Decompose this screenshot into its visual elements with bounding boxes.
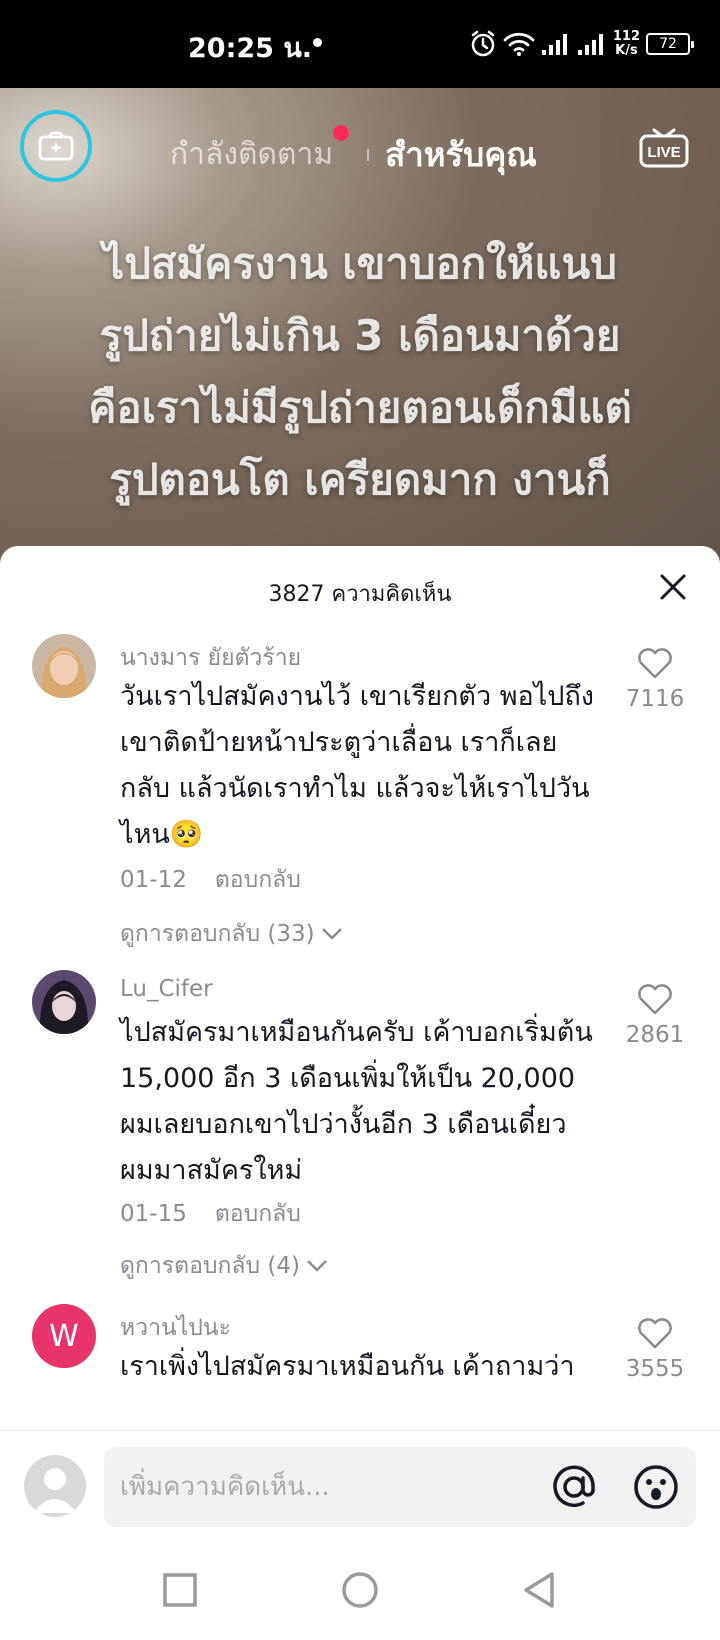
caption-line: คือเราไม่มีรูปถ่ายตอนเด็กมีแต่	[88, 383, 632, 432]
signal-icon-1	[541, 34, 567, 55]
network-speed: 112 K/s	[613, 30, 640, 58]
camera-icon	[38, 131, 74, 161]
home-icon[interactable]	[338, 1568, 382, 1612]
reply-button[interactable]: ตอบกลับ	[215, 1201, 301, 1227]
comment-username[interactable]: นางมาร ยัยตัวร้าย	[120, 640, 301, 676]
status-bar: 20:25 น. 112 K/s 72	[0, 0, 720, 88]
close-icon[interactable]	[658, 572, 688, 602]
avatar-image	[32, 634, 96, 698]
view-replies-button[interactable]: ดูการตอบกลับ (33)	[120, 916, 343, 952]
battery-icon: 72	[646, 33, 694, 55]
speed-value: 112	[612, 29, 640, 44]
comment-text: ไปสมัครมาเหมือนกันครับ เค้าบอกเริ่มต้น 1…	[120, 1017, 593, 1186]
avatar[interactable]	[32, 634, 96, 698]
tab-for-you[interactable]: สำหรับคุณ	[385, 128, 537, 181]
default-avatar-icon	[33, 1468, 77, 1513]
camera-button[interactable]	[20, 110, 92, 182]
heart-icon	[638, 648, 672, 679]
view-replies-label: ดูการตอบกลับ (4)	[120, 1253, 300, 1279]
alarm-icon	[471, 30, 495, 57]
heart-icon	[638, 984, 672, 1015]
live-icon[interactable]: LIVE	[638, 122, 690, 170]
svg-text:LIVE: LIVE	[647, 144, 680, 161]
heart-icon	[638, 1318, 672, 1349]
new-content-dot	[333, 125, 350, 141]
comment-input[interactable]	[120, 1447, 520, 1527]
avatar-image	[32, 970, 96, 1034]
video-player[interactable]: กำลังติดตาม สำหรับคุณ LIVE ไปสมัครงาน เข…	[0, 88, 720, 608]
comment-username[interactable]: Lu_Cifer	[120, 976, 213, 1002]
caption-line: รูปตอนโต เครียดมาก งานก็	[109, 455, 611, 504]
status-time: 20:25 น.	[188, 33, 313, 64]
like-button[interactable]: 7116	[620, 648, 690, 712]
like-count: 2861	[625, 1022, 685, 1048]
video-caption: ไปสมัครงาน เขาบอกให้แนบ รูปถ่ายไม่เกิน 3…	[20, 228, 700, 516]
reply-button[interactable]: ตอบกลับ	[215, 867, 301, 893]
comment-input-bar	[0, 1430, 720, 1540]
caption-line: ไปสมัครงาน เขาบอกให้แนบ	[103, 239, 617, 288]
back-icon[interactable]	[518, 1568, 562, 1612]
like-button[interactable]: 2861	[620, 984, 690, 1048]
like-count: 7116	[625, 686, 685, 712]
comment-meta: 01-15 ตอบกลับ	[120, 1196, 301, 1232]
comment-date: 01-12	[120, 867, 187, 893]
tab-divider	[367, 148, 370, 161]
emoji-icon[interactable]	[632, 1463, 680, 1511]
comment-meta: 01-12 ตอบกลับ	[120, 862, 301, 898]
avatar[interactable]	[32, 970, 96, 1034]
comment-text: วันเราไปสมัคงานไว้ เขาเรียกตัว พอไปถึง เ…	[120, 681, 594, 850]
feed-tabs: กำลังติดตาม สำหรับคุณ	[170, 125, 537, 181]
comments-header: 3827 ความคิดเห็น	[0, 546, 720, 626]
notification-dot	[313, 38, 322, 47]
system-nav-bar	[0, 1540, 720, 1640]
like-count: 3555	[625, 1356, 685, 1382]
comment-count: 3827 ความคิดเห็น	[268, 582, 452, 607]
view-replies-button[interactable]: ดูการตอบกลับ (4)	[120, 1248, 328, 1284]
wifi-icon	[503, 32, 535, 56]
caption-line: รูปถ่ายไม่เกิน 3 เดือนมาด้วย	[99, 311, 621, 360]
speed-unit: K/s	[615, 43, 638, 58]
comment-list[interactable]: นางมาร ยัยตัวร้าย วันเราไปสมัคงานไว้ เขา…	[0, 634, 720, 1432]
chevron-down-icon	[307, 1260, 327, 1272]
comment-input-box	[104, 1447, 696, 1527]
comment-username[interactable]: หวานไปนะ	[120, 1310, 231, 1346]
signal-icon-2	[577, 34, 603, 55]
mention-icon[interactable]	[550, 1463, 598, 1511]
tab-following-label: กำลังติดตาม	[170, 137, 334, 172]
like-button[interactable]: 3555	[620, 1318, 690, 1382]
avatar-letter: W	[49, 1318, 79, 1354]
recent-apps-icon[interactable]	[158, 1568, 202, 1612]
avatar[interactable]: W	[32, 1304, 96, 1368]
comment-text: เราเพิ่งไปสมัครมาเหมือนกัน เค้าถามว่า	[120, 1351, 575, 1382]
view-replies-label: ดูการตอบกลับ (33)	[120, 921, 315, 947]
my-avatar	[24, 1455, 86, 1517]
chevron-down-icon	[321, 928, 342, 940]
comment-date: 01-15	[120, 1201, 187, 1227]
status-icons: 112 K/s 72	[469, 26, 694, 62]
tab-following[interactable]: กำลังติดตาม	[170, 125, 350, 178]
